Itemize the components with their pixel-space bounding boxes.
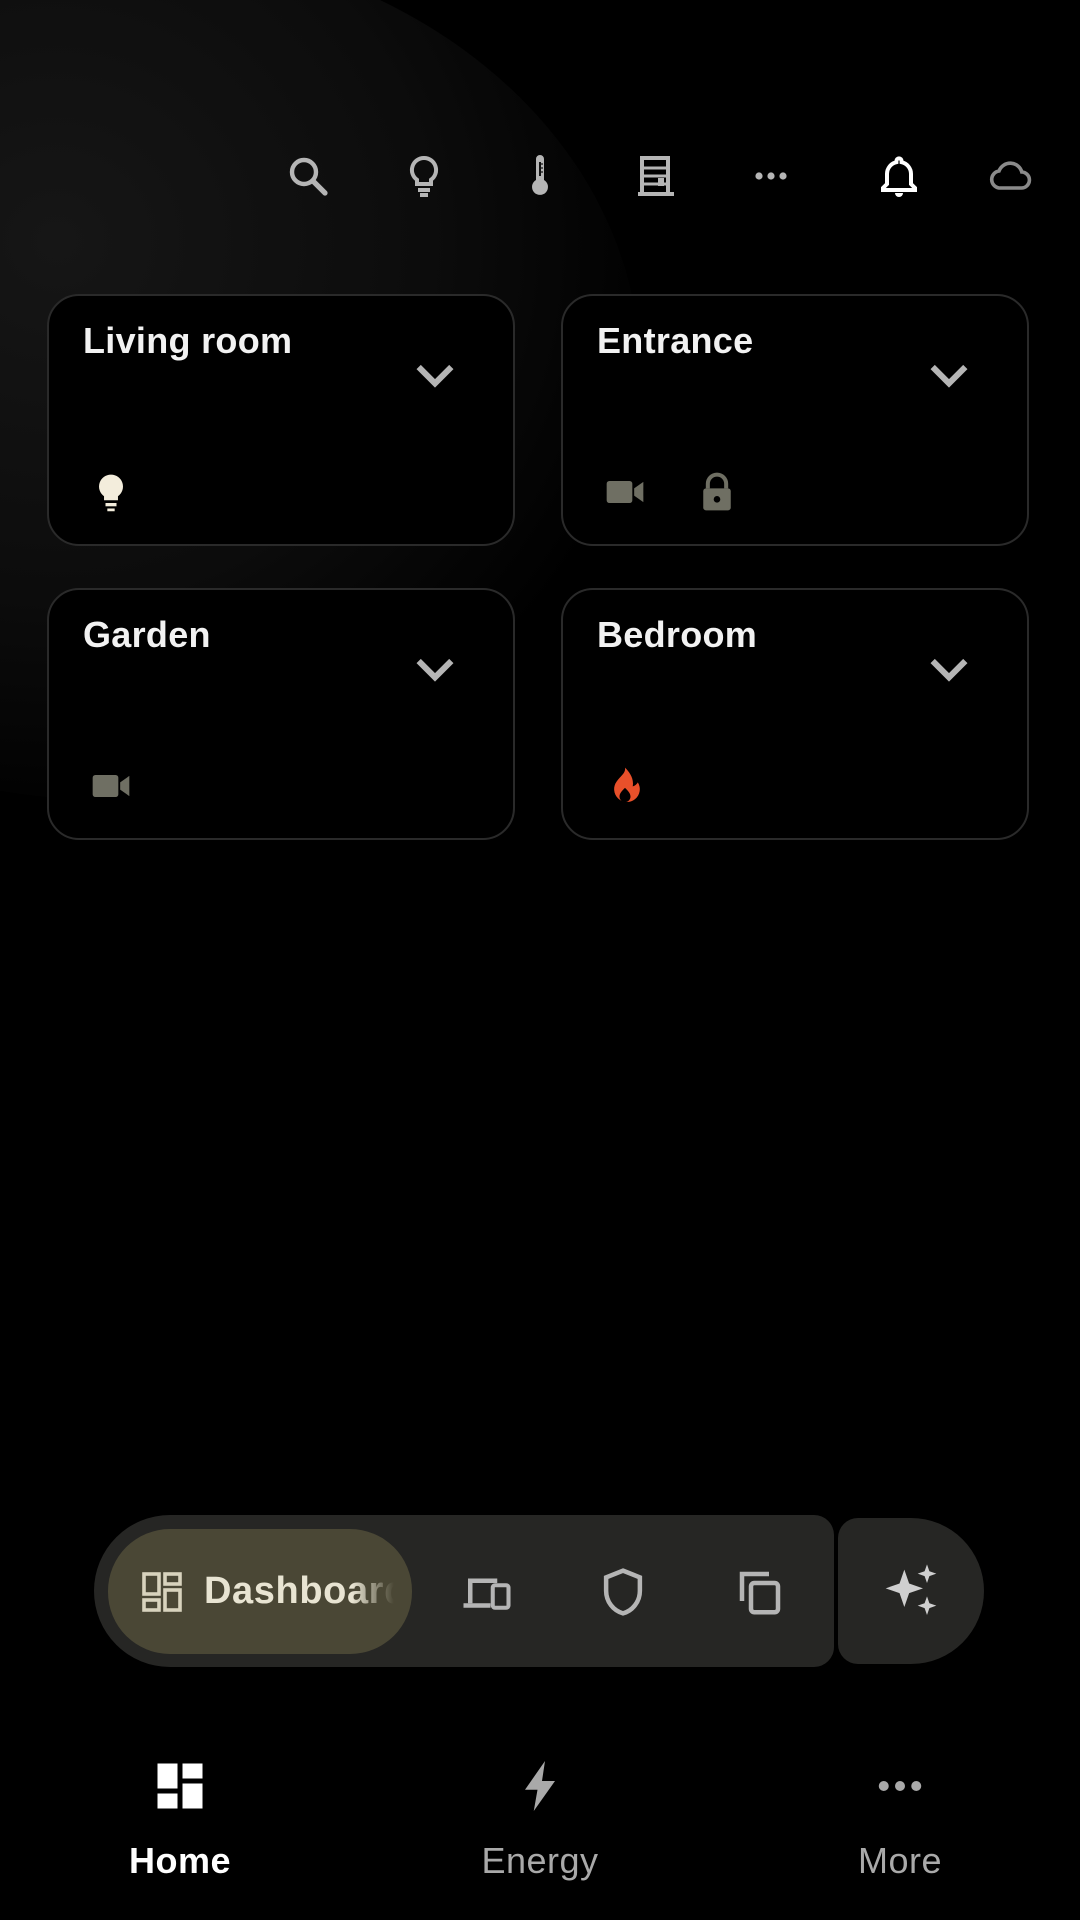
copy-icon[interactable] — [716, 1548, 804, 1636]
nav-energy-label: Energy — [481, 1840, 599, 1881]
dashboard-tab[interactable]: Dashboard — [108, 1529, 412, 1654]
thermometer-icon[interactable] — [504, 140, 576, 212]
room-status-icons — [601, 762, 649, 810]
more-horiz-icon[interactable] — [735, 140, 807, 212]
flame-icon[interactable] — [601, 762, 649, 810]
lightbulb-on-icon[interactable] — [87, 468, 135, 516]
devices-icon[interactable] — [442, 1548, 530, 1636]
sparkles-icon — [885, 1564, 937, 1615]
home-screen: Living room Entrance Garden Bedroom Dash… — [0, 0, 1080, 1920]
room-name: Bedroom — [597, 614, 758, 655]
room-card-entrance[interactable]: Entrance — [561, 294, 1029, 546]
nav-more[interactable]: More — [770, 1740, 1030, 1890]
search-icon[interactable] — [272, 140, 344, 212]
building-icon[interactable] — [620, 140, 692, 212]
lightning-bolt-icon — [525, 1761, 555, 1811]
nav-energy[interactable]: Energy — [410, 1740, 670, 1890]
dashboard-grid-icon — [157, 1763, 203, 1809]
room-card-living-room[interactable]: Living room — [47, 294, 515, 546]
chevron-down-icon[interactable] — [407, 640, 463, 696]
chevron-down-icon[interactable] — [921, 640, 977, 696]
lightbulb-icon[interactable] — [388, 140, 460, 212]
lock-icon[interactable] — [693, 468, 741, 516]
cloud-icon[interactable] — [973, 140, 1045, 212]
nav-home-label: Home — [128, 1840, 232, 1881]
dashboard-tab-label: Dashboard — [204, 1570, 394, 1612]
bottom-navigation: Home Energy More — [0, 1740, 1080, 1920]
room-name: Garden — [83, 614, 211, 655]
room-status-icons — [601, 468, 741, 516]
nav-home[interactable]: Home — [50, 1740, 310, 1890]
dashboard-outline-icon — [142, 1571, 182, 1612]
room-card-bedroom[interactable]: Bedroom — [561, 588, 1029, 840]
room-card-garden[interactable]: Garden — [47, 588, 515, 840]
video-camera-icon[interactable] — [601, 468, 649, 516]
chevron-down-icon[interactable] — [407, 346, 463, 402]
room-name: Living room — [83, 320, 293, 361]
shield-icon[interactable] — [579, 1548, 667, 1636]
assist-button[interactable] — [838, 1518, 984, 1664]
nav-more-label: More — [857, 1840, 943, 1881]
room-status-icons — [87, 762, 135, 810]
more-horiz-icon — [878, 1781, 922, 1791]
bell-icon[interactable] — [863, 140, 935, 212]
chevron-down-icon[interactable] — [921, 346, 977, 402]
top-toolbar — [0, 140, 1080, 212]
room-status-icons — [87, 468, 135, 516]
video-camera-icon[interactable] — [87, 762, 135, 810]
room-name: Entrance — [597, 320, 754, 361]
